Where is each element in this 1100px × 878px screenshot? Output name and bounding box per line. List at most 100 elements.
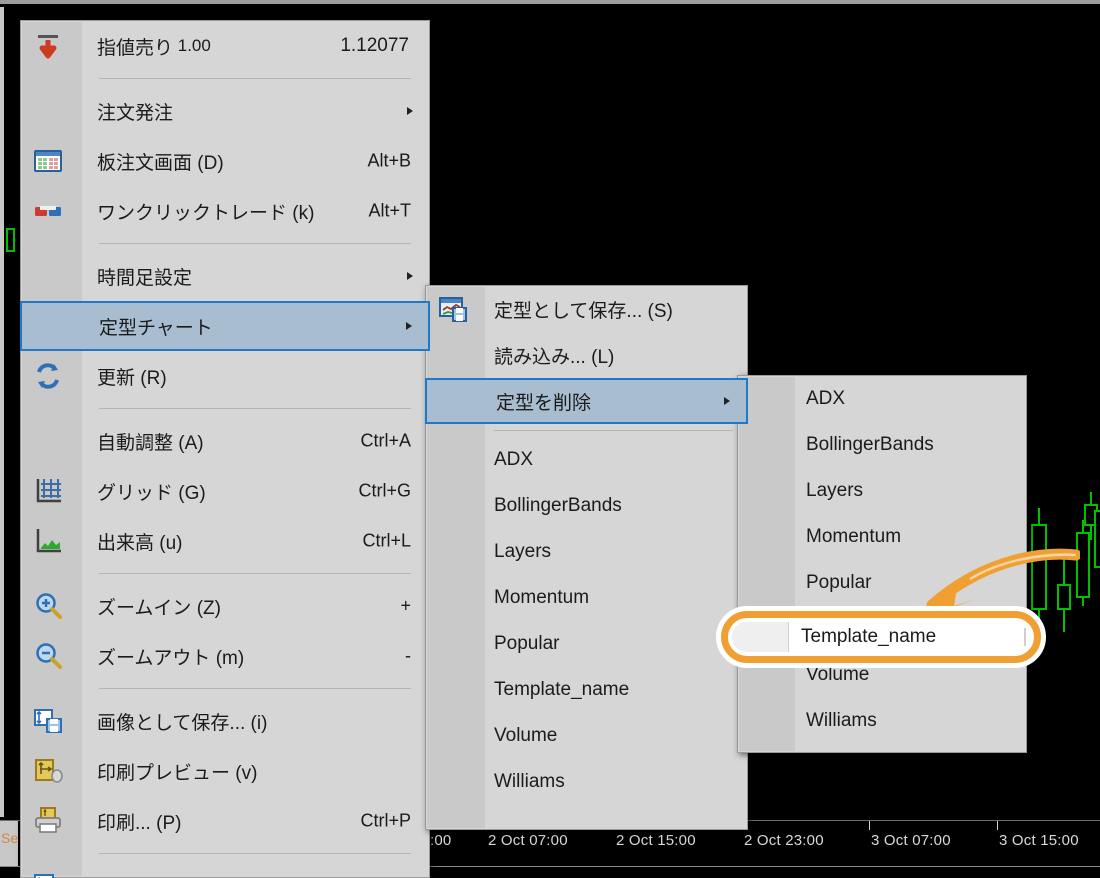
menu-item-williams[interactable]: Williams bbox=[426, 759, 747, 805]
menu-item-label: 更新 (R) bbox=[97, 367, 167, 389]
menu-item-[interactable]: 定型チャート bbox=[20, 301, 430, 351]
menu-item-bollingerbands[interactable]: BollingerBands bbox=[426, 483, 747, 529]
menu-item-label: ADX bbox=[806, 388, 846, 409]
callout-label: Template_name bbox=[801, 626, 937, 647]
menu-item-label: ズームアウト (m) bbox=[97, 647, 245, 669]
time-axis-tick bbox=[997, 821, 998, 830]
submenu-arrow-icon bbox=[406, 322, 412, 330]
menu-item-[interactable]: 注文発注 bbox=[21, 86, 429, 136]
menu-item-popular[interactable]: Popular bbox=[426, 621, 747, 667]
menu-item-p[interactable]: 印刷... (P) Ctrl+P bbox=[21, 796, 429, 846]
menu-item-label: Popular bbox=[806, 572, 872, 593]
menu-separator bbox=[99, 853, 411, 854]
menu-item-adx[interactable]: ADX bbox=[426, 437, 747, 483]
menu-item-shortcut: + bbox=[400, 595, 411, 616]
menu-separator bbox=[99, 243, 411, 244]
menu-item-label: 定型を削除 bbox=[496, 392, 592, 414]
menu-item-l[interactable]: 読み込み... (L) bbox=[426, 332, 747, 378]
menu-item-[interactable]: 指値売り 1.00 1.12077 bbox=[21, 21, 429, 71]
menu-item-label: BollingerBands bbox=[806, 434, 934, 455]
menu-item-price-value: 1.12077 bbox=[340, 35, 409, 56]
template-submenu[interactable]: 定型として保存... (S) 読み込み... (L) 定型を削除 ADX Bolling… bbox=[425, 285, 748, 830]
zoom-in-icon bbox=[33, 591, 63, 621]
window-top-strip bbox=[0, 0, 1100, 4]
time-axis-label: 2 Oct 23:00 bbox=[744, 832, 824, 849]
menu-item-shortcut: Alt+T bbox=[368, 200, 411, 221]
chart-context-menu[interactable]: 指値売り 1.00 1.12077 注文発注板注文画面 (D) Alt+B ワンクリック… bbox=[20, 20, 430, 878]
menu-item-a[interactable]: 自動調整 (A) Ctrl+A bbox=[21, 416, 429, 466]
menu-item-label: 定型チャート bbox=[99, 317, 213, 339]
volume-icon bbox=[33, 526, 63, 556]
menu-item-template_name[interactable]: Template_name bbox=[426, 667, 747, 713]
menu-separator bbox=[494, 430, 733, 431]
print-preview-icon bbox=[33, 756, 63, 786]
menu-item-label: グリッド (G) bbox=[97, 482, 206, 504]
zoom-out-icon bbox=[33, 641, 63, 671]
menu-item-label: ワンクリックトレード (k) bbox=[97, 202, 315, 224]
refresh-icon bbox=[33, 361, 63, 391]
submenu-arrow-icon bbox=[407, 107, 413, 115]
time-axis-label: 3 Oct 07:00 bbox=[871, 832, 951, 849]
menu-item-o[interactable]: プロパティ... (o)F8 bbox=[21, 861, 429, 878]
menu-item-label: 板注文画面 (D) bbox=[97, 152, 224, 174]
menu-item-label: 出来高 (u) bbox=[97, 532, 183, 554]
menu-item-u[interactable]: 出来高 (u) Ctrl+L bbox=[21, 516, 429, 566]
save-template-icon bbox=[438, 294, 468, 324]
menu-item-label: ズームイン (Z) bbox=[97, 597, 221, 619]
candlestick bbox=[6, 228, 15, 252]
menu-item-bollingerbands[interactable]: BollingerBands bbox=[738, 422, 1026, 468]
menu-item-s[interactable]: 定型として保存... (S) bbox=[426, 286, 747, 332]
submenu-arrow-icon bbox=[407, 272, 413, 280]
menu-item-[interactable]: 時間足設定 bbox=[21, 251, 429, 301]
menu-item-label: BollingerBands bbox=[494, 495, 622, 516]
one-click-trade-icon bbox=[33, 196, 63, 226]
menu-item-[interactable]: 定型を削除 bbox=[425, 378, 748, 424]
menu-item-adx[interactable]: ADX bbox=[738, 376, 1026, 422]
highlighted-template-callout[interactable]: Template_name bbox=[716, 606, 1046, 668]
callout-inner[interactable]: Template_name bbox=[732, 622, 1030, 652]
menu-item-label: 時間足設定 bbox=[97, 267, 193, 289]
menu-item-label: Template_name bbox=[494, 679, 630, 700]
submenu-arrow-icon bbox=[724, 397, 730, 405]
menu-item-label: Popular bbox=[494, 633, 560, 654]
menu-item-d[interactable]: 板注文画面 (D) Alt+B bbox=[21, 136, 429, 186]
menu-item-shortcut: Alt+B bbox=[367, 150, 411, 171]
menu-item-shortcut: Ctrl+L bbox=[362, 530, 411, 551]
sell-limit-arrow-icon bbox=[33, 31, 63, 61]
time-axis-label: 2 Oct 15:00 bbox=[616, 832, 696, 849]
menu-item-shortcut: Ctrl+A bbox=[360, 430, 411, 451]
menu-item-volume[interactable]: Volume bbox=[426, 713, 747, 759]
menu-item-v[interactable]: 印刷プレビュー (v) bbox=[21, 746, 429, 796]
menu-item-label: Layers bbox=[494, 541, 552, 562]
menu-item-label: 読み込み... (L) bbox=[494, 346, 615, 368]
menu-item-label: 注文発注 bbox=[97, 102, 174, 124]
menu-separator bbox=[99, 78, 411, 79]
menu-item-label: Williams bbox=[806, 710, 877, 731]
menu-item-williams[interactable]: Williams bbox=[738, 698, 1026, 744]
menu-item-label: 印刷プレビュー (v) bbox=[97, 762, 258, 784]
menu-item-shortcut: - bbox=[405, 645, 411, 666]
menu-item-layers[interactable]: Layers bbox=[426, 529, 747, 575]
menu-item-z[interactable]: ズームイン (Z) + bbox=[21, 581, 429, 631]
chart-left-gutter bbox=[0, 7, 4, 817]
print-icon bbox=[33, 806, 63, 836]
menu-item-label: Momentum bbox=[494, 587, 590, 608]
menu-item-r[interactable]: 更新 (R) bbox=[21, 351, 429, 401]
menu-item-label: 自動調整 (A) bbox=[97, 432, 204, 454]
menu-item-label: Volume bbox=[494, 725, 558, 746]
candlestick bbox=[1094, 500, 1100, 580]
menu-item-momentum[interactable]: Momentum bbox=[426, 575, 747, 621]
menu-item-label: 印刷... (P) bbox=[97, 812, 182, 834]
menu-item-k[interactable]: ワンクリックトレード (k) Alt+T bbox=[21, 186, 429, 236]
callout-rail bbox=[1024, 628, 1026, 646]
menu-item-i[interactable]: 画像として保存... (i) bbox=[21, 696, 429, 746]
menu-item-label: Williams bbox=[494, 771, 565, 792]
menu-item-shortcut: Ctrl+P bbox=[360, 810, 411, 831]
menu-item-shortcut: Ctrl+G bbox=[358, 480, 411, 501]
chart-period-label: Se bbox=[1, 830, 19, 846]
menu-item-label: 画像として保存... (i) bbox=[97, 712, 268, 734]
menu-separator bbox=[99, 688, 411, 689]
menu-item-label: 定型として保存... (S) bbox=[494, 300, 673, 322]
menu-item-g[interactable]: グリッド (G) Ctrl+G bbox=[21, 466, 429, 516]
menu-item-m[interactable]: ズームアウト (m) - bbox=[21, 631, 429, 681]
